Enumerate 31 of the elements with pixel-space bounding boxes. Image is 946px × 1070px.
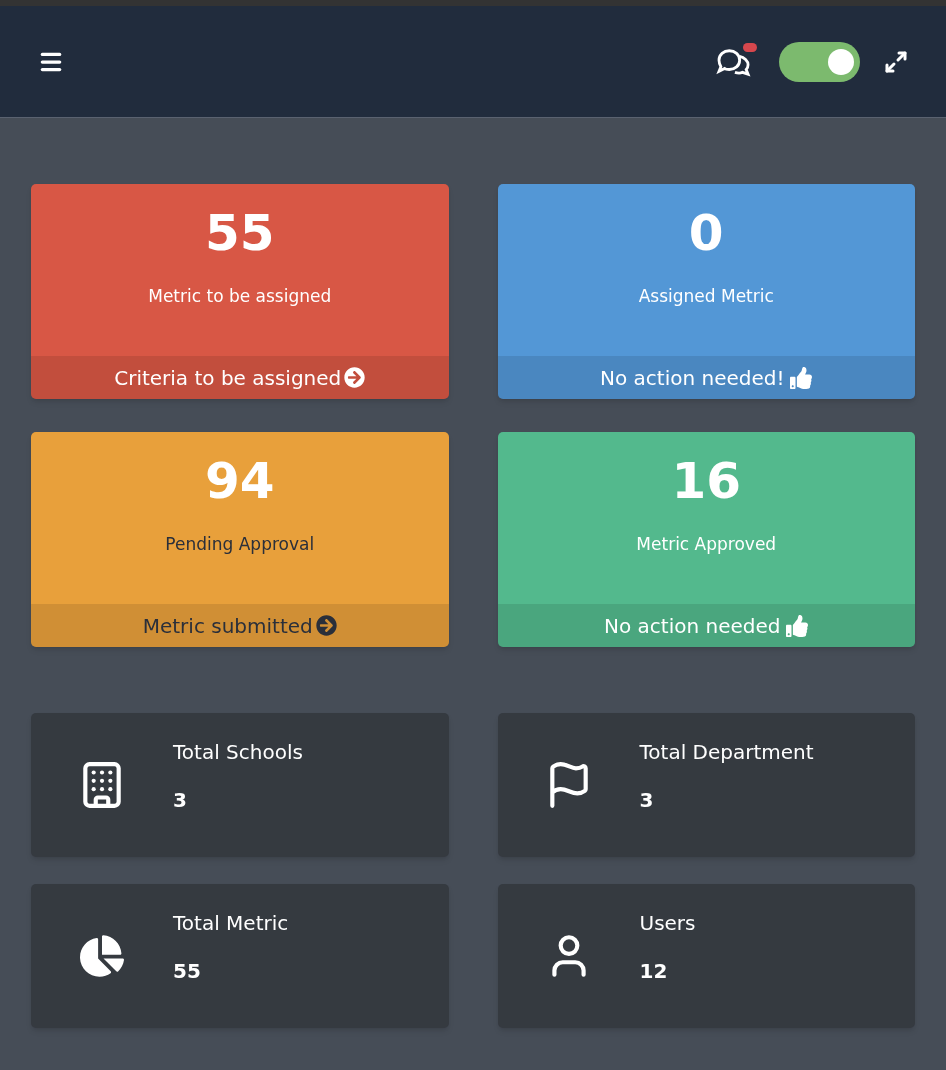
toggle-switch[interactable] bbox=[779, 41, 860, 82]
total-value: 3 bbox=[639, 787, 655, 814]
total-label: Users bbox=[639, 910, 696, 937]
total-label: Total Metric bbox=[173, 910, 289, 937]
card-count: 0 bbox=[688, 203, 724, 264]
thumbs-up-icon bbox=[786, 614, 809, 637]
total-label: Total Schools bbox=[173, 739, 303, 766]
arrow-right-icon bbox=[315, 615, 337, 636]
total-value: 12 bbox=[639, 958, 669, 985]
card-label: Metric Approved bbox=[636, 533, 777, 556]
card-count: 94 bbox=[204, 451, 275, 512]
total-value: 3 bbox=[173, 787, 188, 814]
card-label: Metric to be assigned bbox=[148, 285, 332, 308]
card-footer[interactable]: Criteria to be assigned bbox=[31, 356, 449, 399]
footer-text: Metric submitted bbox=[142, 612, 313, 640]
footer-text: Criteria to be assigned bbox=[114, 364, 342, 392]
card-count: 55 bbox=[204, 203, 275, 264]
card-label: Pending Approval bbox=[165, 533, 315, 556]
arrow-right-icon bbox=[344, 367, 366, 388]
total-value: 55 bbox=[173, 958, 202, 985]
card-label: Assigned Metric bbox=[638, 285, 774, 308]
card-footer[interactable]: Metric submitted bbox=[31, 604, 449, 647]
fullscreen-button[interactable] bbox=[884, 49, 908, 74]
total-label: Total Department bbox=[639, 739, 814, 766]
card-footer[interactable]: No action needed! bbox=[497, 356, 915, 399]
card-count: 16 bbox=[671, 451, 742, 512]
thumbs-up-icon bbox=[790, 366, 813, 389]
footer-text: No action needed! bbox=[600, 364, 785, 392]
footer-text: No action needed bbox=[604, 612, 781, 640]
card-footer[interactable]: No action needed bbox=[497, 604, 915, 647]
pie-chart-icon bbox=[80, 934, 124, 978]
